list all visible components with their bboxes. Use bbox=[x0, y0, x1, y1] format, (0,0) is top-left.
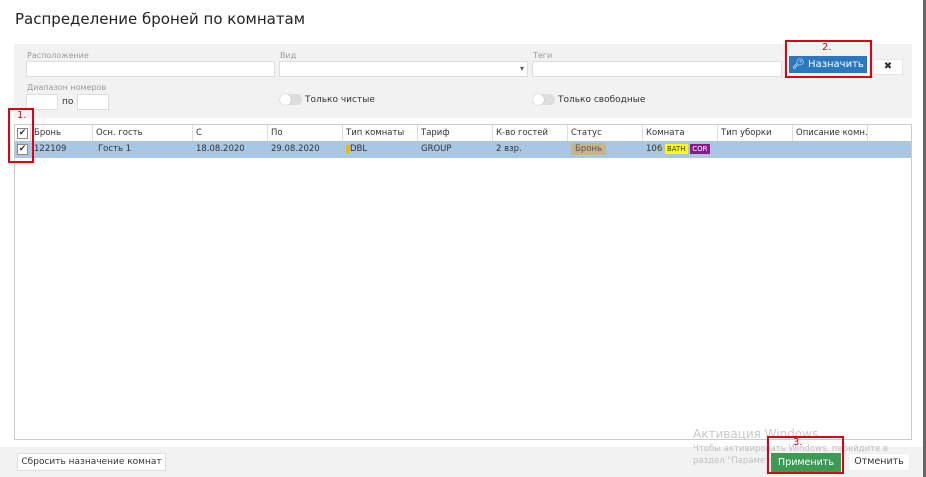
annotation-box-3 bbox=[767, 436, 844, 474]
clear-button[interactable]: ✖ bbox=[873, 59, 903, 75]
col-header[interactable]: Осн. гость bbox=[93, 125, 193, 142]
range-label: Диапазон номеров bbox=[27, 83, 107, 92]
col-header[interactable]: Тип уборки bbox=[718, 125, 793, 142]
col-header[interactable]: Бронь bbox=[31, 125, 93, 142]
col-header[interactable]: Описание комн... bbox=[793, 125, 868, 142]
annotation-label-2: 2. bbox=[822, 42, 832, 53]
bookings-table: ✔ Бронь Осн. гость С По Тип комнаты Тари… bbox=[14, 124, 912, 440]
tags-input[interactable] bbox=[532, 61, 782, 77]
range-separator: по bbox=[62, 97, 74, 107]
room-type-text: DBL bbox=[350, 144, 368, 154]
cancel-button[interactable]: Отменить bbox=[848, 453, 910, 471]
booking-cell: 122109 bbox=[34, 144, 67, 154]
tags-label: Теги bbox=[533, 51, 553, 60]
range-to-input[interactable] bbox=[77, 94, 109, 110]
to-cell: 29.08.2020 bbox=[271, 144, 320, 154]
col-header[interactable]: Тариф bbox=[418, 125, 493, 142]
from-cell: 18.08.2020 bbox=[196, 144, 245, 154]
room-type-cell: DBL bbox=[343, 141, 418, 158]
col-header[interactable]: Тип комнаты bbox=[343, 125, 418, 142]
room-cell: 106 BATH COR bbox=[643, 141, 718, 158]
table-row[interactable]: ✔ 122109 Гость 1 18.08.2020 29.08.2020 D… bbox=[15, 141, 911, 158]
only-clean-label: Только чистые bbox=[305, 95, 375, 105]
annotation-label-3: 3. bbox=[793, 437, 803, 448]
description-cell bbox=[793, 141, 868, 158]
room-tag-badge: BATH bbox=[664, 144, 688, 154]
only-clean-toggle[interactable] bbox=[280, 94, 302, 105]
location-input[interactable] bbox=[26, 61, 275, 77]
only-free-label: Только свободные bbox=[558, 95, 646, 105]
room-number: 106 bbox=[646, 144, 663, 154]
col-header[interactable]: Комната bbox=[643, 125, 718, 142]
col-header[interactable]: По bbox=[268, 125, 343, 142]
reset-assignment-button[interactable]: Сбросить назначение комнат bbox=[17, 453, 166, 471]
filter-panel bbox=[14, 44, 912, 118]
view-label: Вид bbox=[280, 51, 297, 60]
annotation-label-1: 1. bbox=[17, 110, 27, 121]
tariff-cell: GROUP bbox=[421, 144, 452, 154]
table-header: ✔ Бронь Осн. гость С По Тип комнаты Тари… bbox=[15, 125, 911, 142]
dialog-title: Распределение броней по комнатам bbox=[15, 10, 306, 28]
guest-cell: Гость 1 bbox=[98, 144, 132, 154]
only-free-toggle[interactable] bbox=[533, 94, 555, 105]
status-cell: Бронь bbox=[568, 141, 643, 158]
guests-cell: 2 взр. bbox=[496, 144, 522, 154]
col-header[interactable]: Статус bbox=[568, 125, 643, 142]
view-select[interactable] bbox=[279, 61, 528, 77]
location-label: Расположение bbox=[27, 51, 89, 60]
cleaning-cell bbox=[718, 141, 793, 158]
col-header[interactable]: К-во гостей bbox=[493, 125, 568, 142]
status-badge: Бронь bbox=[571, 143, 606, 155]
col-header[interactable]: С bbox=[193, 125, 268, 142]
room-tag-badge: COR bbox=[690, 144, 710, 154]
